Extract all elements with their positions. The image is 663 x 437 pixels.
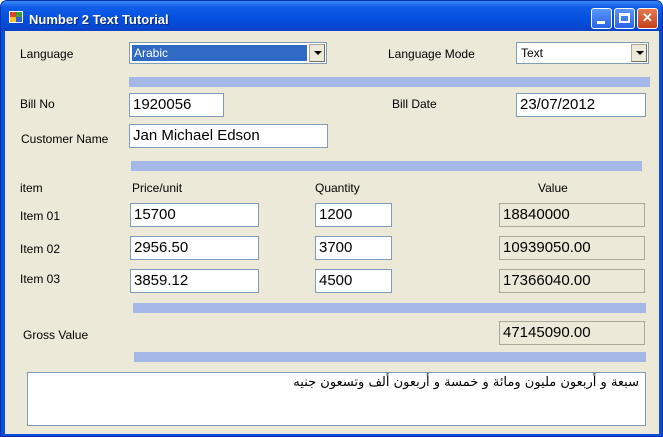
chevron-down-icon[interactable] (309, 44, 325, 62)
maximize-button[interactable] (614, 8, 635, 29)
language-label: Language (20, 47, 74, 61)
window-title: Number 2 Text Tutorial (29, 12, 169, 27)
amount-in-words-output[interactable]: سبعة و أربعون مليون ومائة و خمسة و أربعو… (27, 372, 646, 426)
language-select[interactable]: Arabic (129, 42, 327, 64)
quantity-header: Quantity (315, 181, 360, 195)
item-label: Item 03 (20, 272, 61, 286)
separator (134, 352, 646, 362)
language-mode-label: Language Mode (388, 47, 475, 61)
language-mode-select[interactable]: Text (516, 42, 649, 64)
separator (131, 161, 642, 171)
quantity-field[interactable]: 4500 (315, 269, 392, 293)
price-field[interactable]: 3859.12 (130, 269, 259, 293)
value-field: 10939050.00 (499, 236, 645, 260)
value-field: 17366040.00 (499, 269, 645, 293)
quantity-field[interactable]: 1200 (315, 203, 392, 227)
item-label: Item 01 (20, 209, 61, 223)
language-mode-select-value: Text (521, 46, 544, 60)
item-label: Item 02 (20, 242, 61, 256)
item-header: item (20, 181, 43, 195)
price-field[interactable]: 15700 (130, 203, 259, 227)
separator (133, 303, 646, 313)
separator (129, 77, 650, 87)
bill-date-label: Bill Date (392, 97, 437, 111)
close-icon: ✕ (642, 10, 653, 25)
maximize-icon (619, 13, 630, 23)
price-field[interactable]: 2956.50 (130, 236, 259, 260)
app-icon (9, 11, 23, 23)
value-header: Value (538, 181, 568, 195)
customer-name-label: Customer Name (21, 132, 109, 146)
price-header: Price/unit (132, 181, 183, 195)
chevron-down-icon[interactable] (631, 44, 647, 62)
form-client-area: Language Arabic Language Mode Text Bill … (5, 31, 659, 434)
title-bar[interactable]: Number 2 Text Tutorial ✕ (1, 1, 662, 31)
close-button[interactable]: ✕ (637, 8, 658, 29)
bill-date-field[interactable]: 23/07/2012 (516, 93, 646, 117)
customer-name-field[interactable]: Jan Michael Edson (129, 124, 328, 148)
value-field: 18840000 (499, 203, 645, 227)
gross-value-field: 47145090.00 (499, 321, 645, 345)
bill-no-field[interactable]: 1920056 (129, 93, 224, 117)
quantity-field[interactable]: 3700 (315, 236, 392, 260)
minimize-button[interactable] (591, 8, 612, 29)
app-window: Number 2 Text Tutorial ✕ Language Arabic… (0, 0, 663, 437)
minimize-icon (597, 21, 605, 24)
gross-value-label: Gross Value (23, 328, 89, 342)
bill-no-label: Bill No (20, 97, 55, 111)
language-select-value: Arabic (132, 45, 307, 61)
